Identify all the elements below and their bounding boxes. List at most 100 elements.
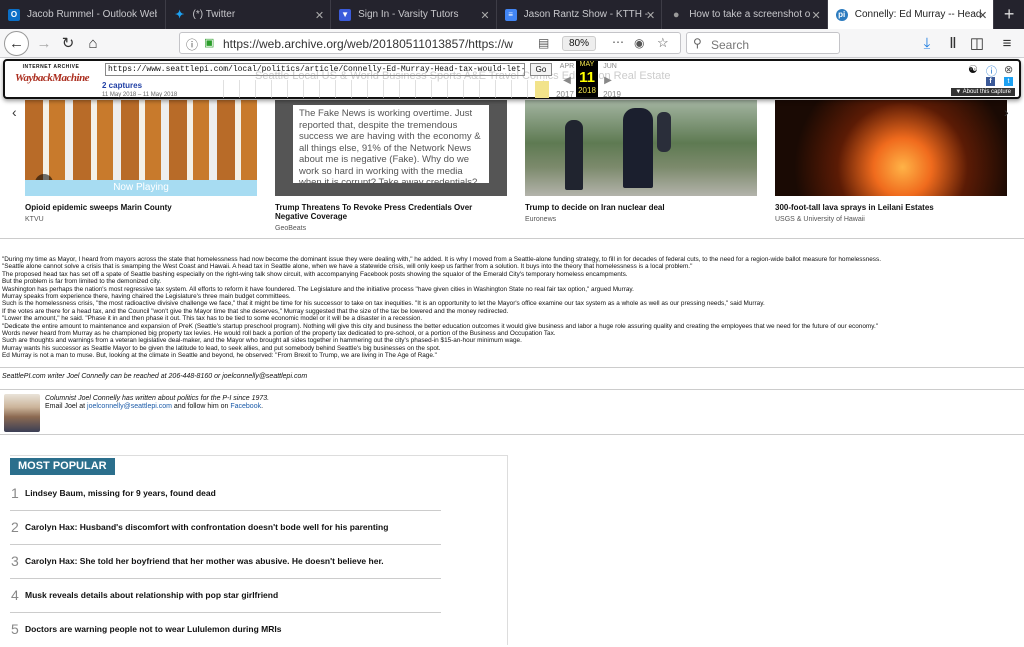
wayback-logo[interactable]: INTERNET ARCHIVE WaybackMachine [15, 64, 90, 94]
current-day: 11 [579, 69, 595, 86]
facebook-link[interactable]: Facebook [230, 403, 261, 410]
popular-rank: 4 [11, 587, 19, 603]
carousel-card[interactable]: 300-foot-tall lava sprays in Leilani Est… [775, 100, 1007, 223]
close-icon[interactable]: ⊗ [1004, 63, 1013, 76]
popular-item[interactable]: 3 Carolyn Hax: She told her boyfriend tha… [10, 545, 441, 579]
close-icon[interactable]: ✕ [812, 9, 821, 22]
next-month[interactable]: JUN [599, 63, 621, 70]
url-bar[interactable]: ⓘ ▣ https://web.archive.org/web/20180511… [179, 32, 681, 54]
reader-view-icon[interactable]: ▤ [538, 36, 549, 50]
info-icon[interactable]: ⓘ [186, 36, 198, 53]
popular-item[interactable]: 4 Musk reveals details about relationship… [10, 579, 441, 613]
popular-item[interactable]: 2 Carolyn Hax: Husband's discomfort with … [10, 511, 441, 545]
author-contact: Email Joel at joelconnelly@seattlepi.com… [45, 403, 269, 411]
search-icon: ⚲ [693, 36, 702, 50]
library-button[interactable]: Ⅱ [942, 32, 964, 54]
twitter-icon: ✦ [174, 9, 185, 21]
bookmark-star-icon[interactable]: ☆ [657, 35, 669, 51]
carousel-card[interactable]: ▶ Now Playing Opioid epidemic sweeps Mar… [25, 100, 257, 223]
prev-month[interactable]: APR [556, 63, 578, 70]
wayback-url-input[interactable]: https://www.seattlepi.com/local/politics… [105, 63, 525, 76]
next-capture-icon[interactable]: ▶ [597, 75, 619, 86]
close-icon[interactable]: ✕ [978, 9, 987, 22]
card-title[interactable]: Trump Threatens To Revoke Press Credenti… [275, 203, 507, 221]
tab-title: Connelly: Ed Murray -- Head [854, 9, 982, 20]
carousel-next-icon[interactable]: › [1004, 104, 1009, 120]
arrow-right-icon: → [36, 34, 52, 52]
article-paragraph: Words never heard from Murray as he cham… [2, 330, 556, 338]
about-capture-button[interactable]: ▼ About this capture [951, 88, 1015, 96]
menu-button[interactable]: ≡ [996, 32, 1018, 54]
prev-capture-icon[interactable]: ◀ [556, 75, 578, 86]
wayback-go-button[interactable]: Go [530, 63, 552, 76]
tab-connelly[interactable]: pi Connelly: Ed Murray -- Head ✕ [827, 0, 995, 29]
back-button[interactable]: ← [4, 31, 29, 56]
tab-ktth[interactable]: ≡ Jason Rantz Show - KTTH - ✕ [497, 0, 663, 29]
close-icon[interactable]: ✕ [480, 9, 489, 22]
card-title[interactable]: 300-foot-tall lava sprays in Leilani Est… [775, 203, 1007, 212]
capture-sparkline[interactable] [223, 80, 553, 98]
popular-title[interactable]: Carolyn Hax: She told her boyfriend that… [25, 556, 384, 566]
twitter-icon[interactable]: t [1004, 77, 1013, 86]
tab-title: (*) Twitter [192, 9, 236, 20]
home-button[interactable]: ⌂ [82, 32, 104, 54]
thumbnail-image[interactable] [775, 100, 1007, 196]
hamburger-icon: ≡ [1002, 34, 1012, 52]
sidebar-button[interactable]: ◫ [966, 32, 988, 54]
popular-title[interactable]: Lindsey Baum, missing for 9 years, found… [25, 488, 216, 498]
carousel-card[interactable]: The Fake News is working overtime. Just … [275, 100, 507, 232]
carousel-prev-icon[interactable]: ‹ [12, 104, 17, 120]
most-popular-module: MOST POPULAR 1 Lindsey Baum, missing for … [10, 455, 508, 645]
search-bar[interactable]: ⚲ Search [686, 32, 840, 54]
carousel-card[interactable]: Trump to decide on Iran nuclear deal Eur… [525, 100, 757, 223]
article-paragraph: "Seattle alone cannot solve a crisis tha… [2, 263, 693, 271]
new-tab-button[interactable]: + [994, 0, 1024, 29]
close-icon[interactable]: ✕ [646, 9, 655, 22]
tab-outlook[interactable]: O Jacob Rummel - Outlook Web A [0, 0, 166, 29]
popular-item[interactable]: 1 Lindsey Baum, missing for 9 years, foun… [10, 477, 441, 511]
article-paragraph: Murray wants his successor as Seattle Ma… [2, 344, 441, 352]
tab-screenshot[interactable]: ● How to take a screenshot o ✕ [662, 0, 828, 29]
author-avatar [4, 394, 40, 432]
article-paragraph: Washington has perhaps the nation's most… [2, 285, 634, 293]
page-actions-icon[interactable]: ⋯ [612, 35, 624, 49]
thumbnail-image[interactable] [525, 100, 757, 196]
pi-icon: pi [835, 8, 848, 21]
thumbnail-image[interactable]: The Fake News is working overtime. Just … [275, 100, 507, 196]
popular-title[interactable]: Carolyn Hax: Husband's discomfort with c… [25, 522, 388, 532]
close-icon[interactable]: ✕ [315, 9, 324, 22]
article-paragraph: The proposed head tax has set off a spat… [2, 270, 628, 278]
captures-link[interactable]: 2 captures [102, 81, 142, 90]
tab-varsity[interactable]: ▼ Sign In - Varsity Tutors ✕ [331, 0, 497, 29]
facebook-icon[interactable]: f [986, 77, 995, 86]
article-paragraph: "During my time as Mayor, I heard from m… [2, 256, 881, 263]
current-capture-date: MAY 11 2018 [576, 61, 598, 97]
popular-title[interactable]: Doctors are warning people not to wear L… [25, 624, 281, 634]
article-paragraph: Murray speaks from experience there, hav… [2, 293, 291, 301]
current-month: MAY [579, 61, 595, 68]
forward-button[interactable]: → [33, 32, 55, 54]
download-icon: ⤓ [923, 34, 931, 52]
figure-shape [657, 112, 671, 152]
popular-title[interactable]: Musk reveals details about relationship … [25, 590, 278, 600]
prev-year[interactable]: 2017 [554, 90, 576, 99]
popular-item[interactable]: 5 Doctors are warning people not to wear … [10, 613, 441, 647]
article-paragraph: But the problem is far from limited to t… [2, 278, 162, 286]
thumbnail-image[interactable]: ▶ Now Playing [25, 100, 257, 196]
reload-button[interactable]: ↻ [57, 32, 79, 54]
card-title[interactable]: Trump to decide on Iran nuclear deal [525, 203, 757, 212]
url-text[interactable]: https://web.archive.org/web/201805110138… [223, 37, 513, 51]
pocket-icon[interactable]: ◉ [634, 36, 644, 50]
card-title[interactable]: Opioid epidemic sweeps Marin County [25, 203, 257, 212]
tab-twitter[interactable]: ✦ (*) Twitter ✕ [166, 0, 332, 29]
library-icon: Ⅱ [949, 35, 957, 52]
email-prefix: Email Joel at [45, 403, 88, 410]
article-paragraph: "Lower the amount," he said. "Phase it i… [2, 315, 423, 323]
downloads-button[interactable]: ⤓ [916, 32, 938, 54]
author-bio: Columnist Joel Connelly has written abou… [45, 395, 270, 402]
account-icon[interactable]: ☯ [968, 63, 978, 76]
author-email-link[interactable]: joelconnelly@seattlepi.com [87, 403, 172, 410]
article-paragraph: Such is the homelessness crisis, "the mo… [2, 300, 765, 308]
next-year[interactable]: 2019 [601, 90, 623, 99]
zoom-level[interactable]: 80% [562, 36, 596, 51]
